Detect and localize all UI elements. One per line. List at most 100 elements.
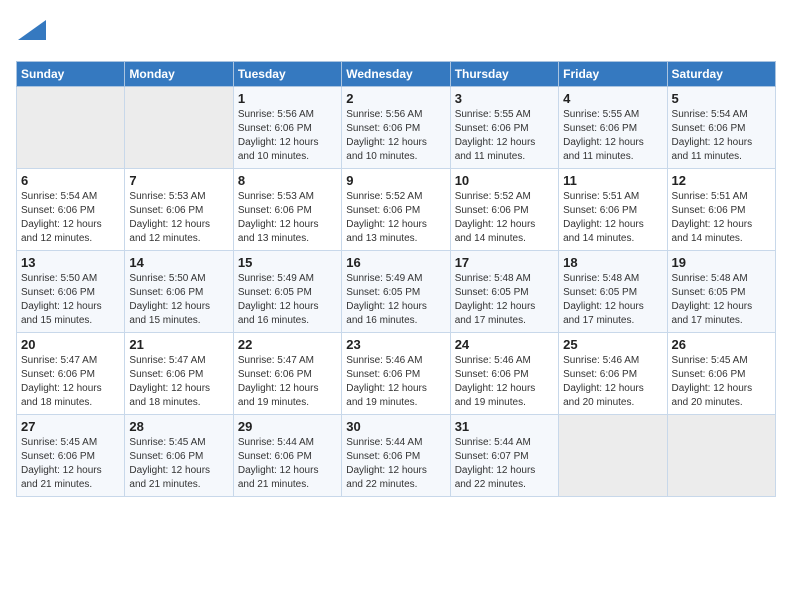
- day-number: 10: [455, 173, 554, 188]
- day-number: 4: [563, 91, 662, 106]
- day-cell: [125, 87, 233, 169]
- day-number: 19: [672, 255, 771, 270]
- day-cell: 27 Sunrise: 5:45 AM Sunset: 6:06 PM Dayli…: [17, 415, 125, 497]
- day-number: 7: [129, 173, 228, 188]
- day-number: 18: [563, 255, 662, 270]
- day-cell: 11 Sunrise: 5:51 AM Sunset: 6:06 PM Dayli…: [559, 169, 667, 251]
- day-cell: 21 Sunrise: 5:47 AM Sunset: 6:06 PM Dayli…: [125, 333, 233, 415]
- day-detail: Sunrise: 5:52 AM Sunset: 6:06 PM Dayligh…: [455, 190, 554, 246]
- day-detail: Sunrise: 5:49 AM Sunset: 6:05 PM Dayligh…: [238, 272, 337, 328]
- day-detail: Sunrise: 5:47 AM Sunset: 6:06 PM Dayligh…: [238, 354, 337, 410]
- day-cell: 12Sunrise: 5:51 AM Sunset: 6:06 PM Dayli…: [667, 169, 775, 251]
- day-cell: 7 Sunrise: 5:53 AM Sunset: 6:06 PM Daylig…: [125, 169, 233, 251]
- day-detail: Sunrise: 5:44 AM Sunset: 6:06 PM Dayligh…: [238, 436, 337, 492]
- day-cell: 24 Sunrise: 5:46 AM Sunset: 6:06 PM Dayli…: [450, 333, 558, 415]
- week-row-2: 6 Sunrise: 5:54 AM Sunset: 6:06 PM Daylig…: [17, 169, 776, 251]
- header-cell-monday: Monday: [125, 62, 233, 87]
- day-cell: 1Sunrise: 5:56 AM Sunset: 6:06 PM Daylig…: [233, 87, 341, 169]
- day-detail: Sunrise: 5:48 AM Sunset: 6:05 PM Dayligh…: [455, 272, 554, 328]
- day-number: 6: [21, 173, 120, 188]
- day-number: 12: [672, 173, 771, 188]
- day-number: 28: [129, 419, 228, 434]
- day-cell: 8Sunrise: 5:53 AM Sunset: 6:06 PM Daylig…: [233, 169, 341, 251]
- logo: [16, 16, 46, 49]
- day-cell: 18 Sunrise: 5:48 AM Sunset: 6:05 PM Dayli…: [559, 251, 667, 333]
- day-cell: 22 Sunrise: 5:47 AM Sunset: 6:06 PM Dayli…: [233, 333, 341, 415]
- day-number: 27: [21, 419, 120, 434]
- day-detail: Sunrise: 5:56 AM Sunset: 6:06 PM Dayligh…: [346, 108, 445, 164]
- day-cell: 3 Sunrise: 5:55 AM Sunset: 6:06 PM Daylig…: [450, 87, 558, 169]
- day-number: 25: [563, 337, 662, 352]
- day-cell: [559, 415, 667, 497]
- day-number: 15: [238, 255, 337, 270]
- day-detail: Sunrise: 5:44 AM Sunset: 6:06 PM Dayligh…: [346, 436, 445, 492]
- day-number: 9: [346, 173, 445, 188]
- day-detail: Sunrise: 5:46 AM Sunset: 6:06 PM Dayligh…: [455, 354, 554, 410]
- day-detail: Sunrise: 5:47 AM Sunset: 6:06 PM Dayligh…: [21, 354, 120, 410]
- day-number: 20: [21, 337, 120, 352]
- day-cell: 5 Sunrise: 5:54 AM Sunset: 6:06 PM Daylig…: [667, 87, 775, 169]
- week-row-4: 20 Sunrise: 5:47 AM Sunset: 6:06 PM Dayli…: [17, 333, 776, 415]
- header-cell-saturday: Saturday: [667, 62, 775, 87]
- header-cell-sunday: Sunday: [17, 62, 125, 87]
- day-number: 22: [238, 337, 337, 352]
- day-cell: 23Sunrise: 5:46 AM Sunset: 6:06 PM Dayli…: [342, 333, 450, 415]
- day-detail: Sunrise: 5:54 AM Sunset: 6:06 PM Dayligh…: [21, 190, 120, 246]
- day-detail: Sunrise: 5:44 AM Sunset: 6:07 PM Dayligh…: [455, 436, 554, 492]
- day-number: 13: [21, 255, 120, 270]
- day-number: 11: [563, 173, 662, 188]
- header-cell-friday: Friday: [559, 62, 667, 87]
- day-number: 23: [346, 337, 445, 352]
- day-detail: Sunrise: 5:52 AM Sunset: 6:06 PM Dayligh…: [346, 190, 445, 246]
- day-detail: Sunrise: 5:55 AM Sunset: 6:06 PM Dayligh…: [563, 108, 662, 164]
- header-row: SundayMondayTuesdayWednesdayThursdayFrid…: [17, 62, 776, 87]
- day-cell: 20 Sunrise: 5:47 AM Sunset: 6:06 PM Dayli…: [17, 333, 125, 415]
- day-cell: [17, 87, 125, 169]
- calendar-header: SundayMondayTuesdayWednesdayThursdayFrid…: [17, 62, 776, 87]
- day-detail: Sunrise: 5:51 AM Sunset: 6:06 PM Dayligh…: [563, 190, 662, 246]
- day-number: 29: [238, 419, 337, 434]
- day-detail: Sunrise: 5:45 AM Sunset: 6:06 PM Dayligh…: [672, 354, 771, 410]
- day-detail: Sunrise: 5:47 AM Sunset: 6:06 PM Dayligh…: [129, 354, 228, 410]
- day-number: 21: [129, 337, 228, 352]
- day-number: 3: [455, 91, 554, 106]
- day-cell: 16Sunrise: 5:49 AM Sunset: 6:05 PM Dayli…: [342, 251, 450, 333]
- day-cell: 19 Sunrise: 5:48 AM Sunset: 6:05 PM Dayli…: [667, 251, 775, 333]
- day-number: 1: [238, 91, 337, 106]
- logo-icon: [18, 16, 46, 44]
- day-detail: Sunrise: 5:50 AM Sunset: 6:06 PM Dayligh…: [129, 272, 228, 328]
- day-detail: Sunrise: 5:48 AM Sunset: 6:05 PM Dayligh…: [563, 272, 662, 328]
- day-cell: 26 Sunrise: 5:45 AM Sunset: 6:06 PM Dayli…: [667, 333, 775, 415]
- header-cell-thursday: Thursday: [450, 62, 558, 87]
- week-row-3: 13 Sunrise: 5:50 AM Sunset: 6:06 PM Dayli…: [17, 251, 776, 333]
- day-detail: Sunrise: 5:50 AM Sunset: 6:06 PM Dayligh…: [21, 272, 120, 328]
- day-cell: [667, 415, 775, 497]
- day-detail: Sunrise: 5:45 AM Sunset: 6:06 PM Dayligh…: [129, 436, 228, 492]
- day-detail: Sunrise: 5:55 AM Sunset: 6:06 PM Dayligh…: [455, 108, 554, 164]
- day-number: 26: [672, 337, 771, 352]
- header-cell-tuesday: Tuesday: [233, 62, 341, 87]
- day-detail: Sunrise: 5:53 AM Sunset: 6:06 PM Dayligh…: [238, 190, 337, 246]
- day-cell: 31Sunrise: 5:44 AM Sunset: 6:07 PM Dayli…: [450, 415, 558, 497]
- day-cell: 13 Sunrise: 5:50 AM Sunset: 6:06 PM Dayli…: [17, 251, 125, 333]
- day-detail: Sunrise: 5:53 AM Sunset: 6:06 PM Dayligh…: [129, 190, 228, 246]
- day-cell: 25Sunrise: 5:46 AM Sunset: 6:06 PM Dayli…: [559, 333, 667, 415]
- day-cell: 4 Sunrise: 5:55 AM Sunset: 6:06 PM Daylig…: [559, 87, 667, 169]
- day-cell: 9 Sunrise: 5:52 AM Sunset: 6:06 PM Daylig…: [342, 169, 450, 251]
- day-number: 5: [672, 91, 771, 106]
- calendar-table: SundayMondayTuesdayWednesdayThursdayFrid…: [16, 61, 776, 497]
- day-cell: 30Sunrise: 5:44 AM Sunset: 6:06 PM Dayli…: [342, 415, 450, 497]
- day-cell: 15 Sunrise: 5:49 AM Sunset: 6:05 PM Dayli…: [233, 251, 341, 333]
- day-cell: 17Sunrise: 5:48 AM Sunset: 6:05 PM Dayli…: [450, 251, 558, 333]
- day-number: 14: [129, 255, 228, 270]
- day-detail: Sunrise: 5:48 AM Sunset: 6:05 PM Dayligh…: [672, 272, 771, 328]
- day-detail: Sunrise: 5:49 AM Sunset: 6:05 PM Dayligh…: [346, 272, 445, 328]
- day-detail: Sunrise: 5:54 AM Sunset: 6:06 PM Dayligh…: [672, 108, 771, 164]
- day-cell: 6 Sunrise: 5:54 AM Sunset: 6:06 PM Daylig…: [17, 169, 125, 251]
- day-cell: 10 Sunrise: 5:52 AM Sunset: 6:06 PM Dayli…: [450, 169, 558, 251]
- day-number: 24: [455, 337, 554, 352]
- calendar-body: 1 Sunrise: 5:56 AM Sunset: 6:06 PM Daylig…: [17, 87, 776, 497]
- day-detail: Sunrise: 5:45 AM Sunset: 6:06 PM Dayligh…: [21, 436, 120, 492]
- week-row-5: 27 Sunrise: 5:45 AM Sunset: 6:06 PM Dayli…: [17, 415, 776, 497]
- day-cell: 2Sunrise: 5:56 AM Sunset: 6:06 PM Daylig…: [342, 87, 450, 169]
